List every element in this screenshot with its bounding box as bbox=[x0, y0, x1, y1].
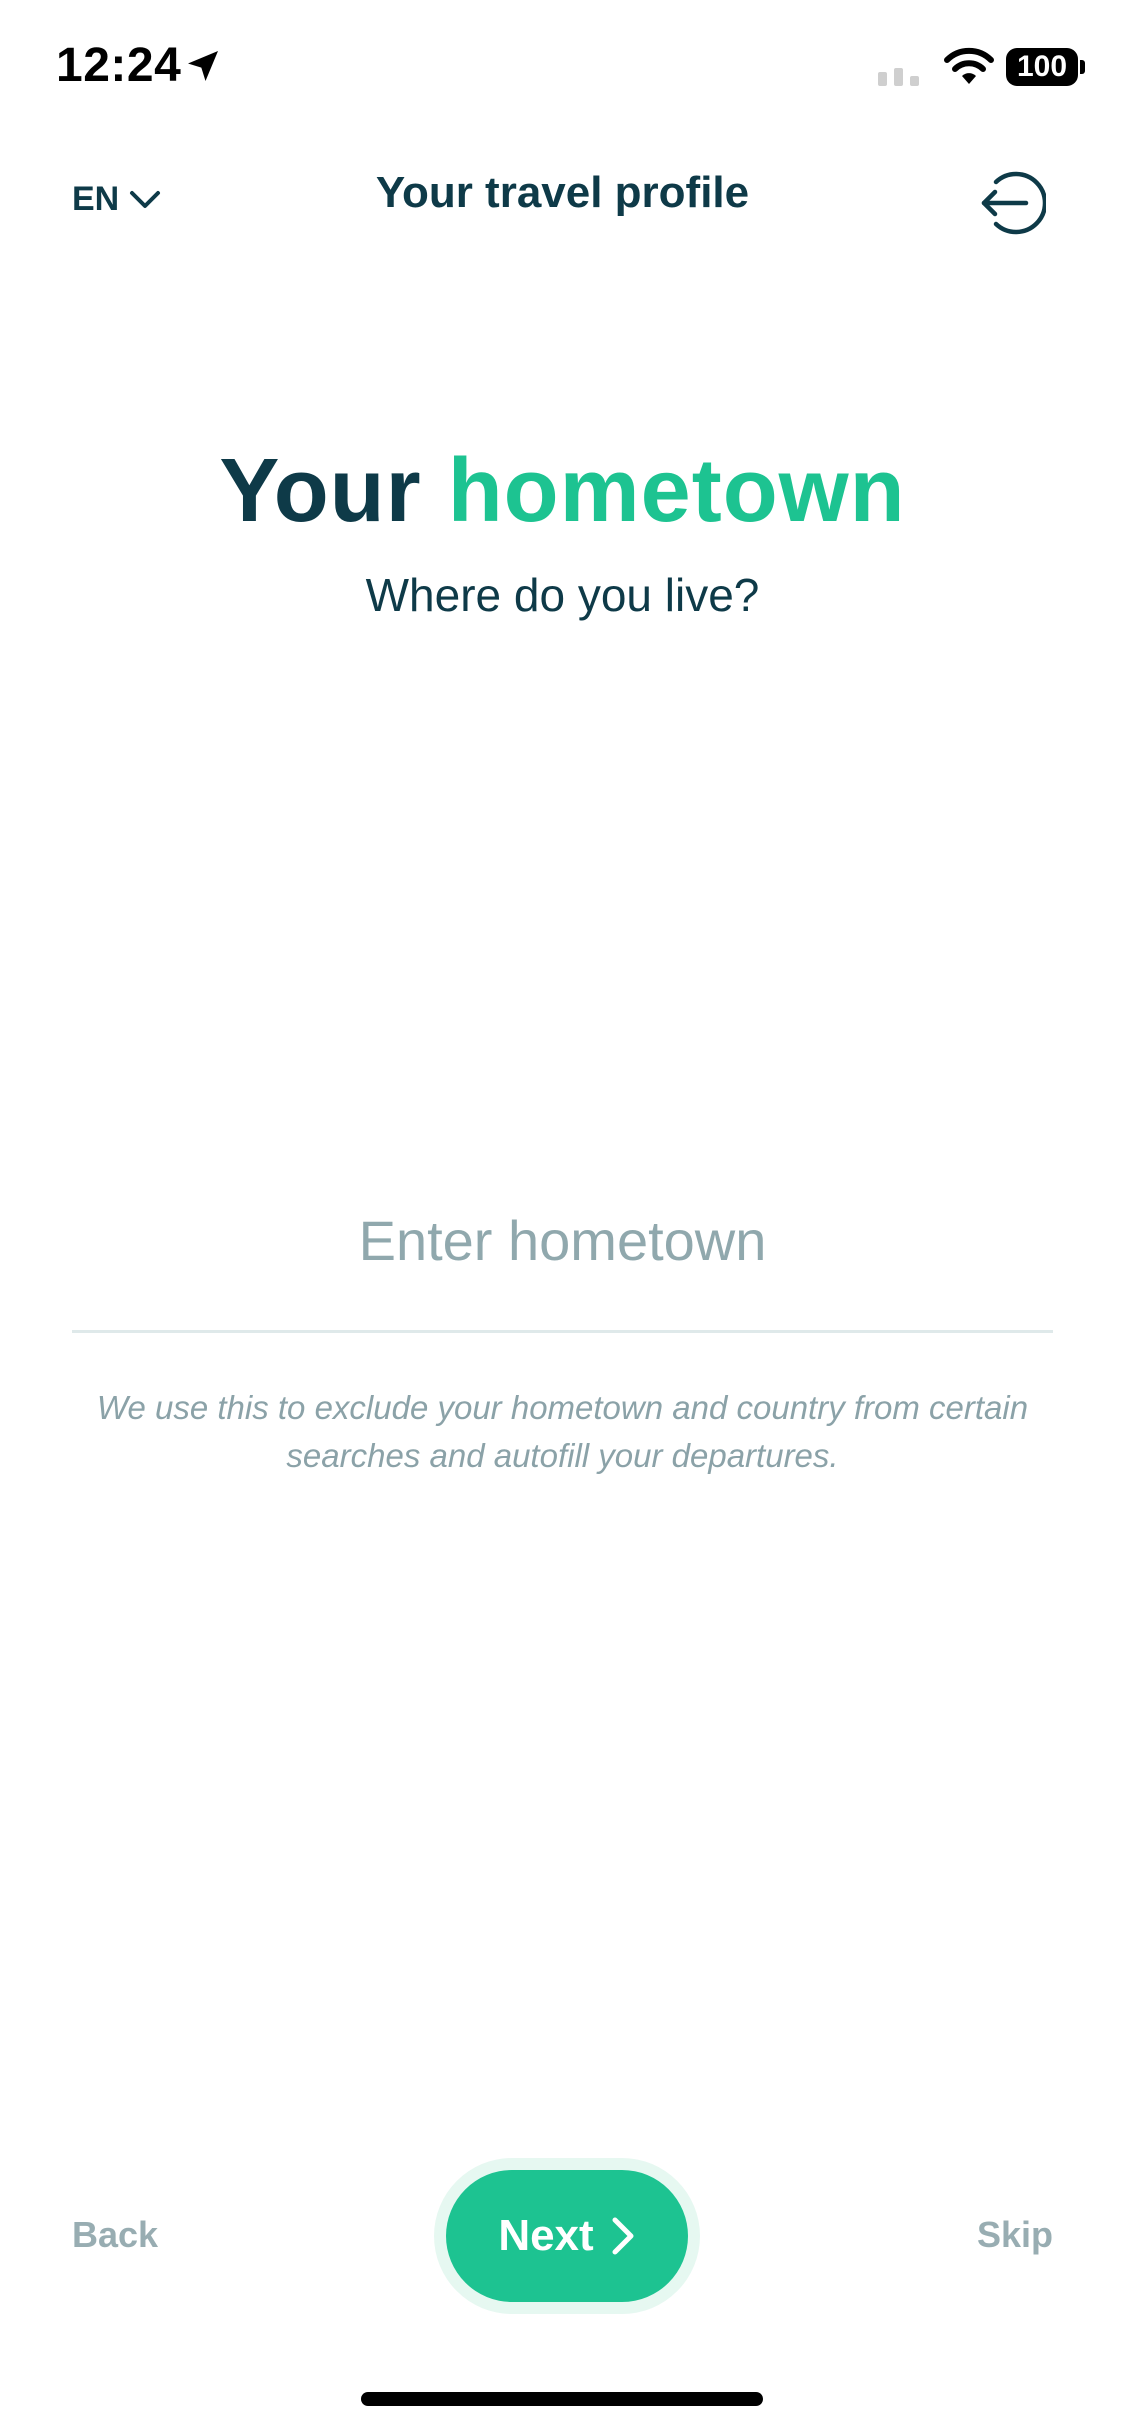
hometown-input[interactable] bbox=[72, 1190, 1053, 1290]
next-label: Next bbox=[498, 2211, 594, 2260]
next-button[interactable]: Next bbox=[446, 2170, 688, 2302]
back-button[interactable]: Back bbox=[72, 2214, 158, 2256]
subheadline: Where do you live? bbox=[365, 569, 760, 621]
helper-text: We use this to exclude your hometown and… bbox=[96, 1389, 1029, 1474]
wifi-icon bbox=[944, 47, 994, 84]
screen: 12:24 100 EN Your travel profile Your ho… bbox=[0, 0, 1125, 2436]
headline-accent: hometown bbox=[447, 441, 906, 541]
battery-indicator: 100 bbox=[1006, 48, 1078, 86]
chevron-right-icon bbox=[612, 2217, 634, 2255]
location-arrow-icon bbox=[188, 51, 218, 81]
home-indicator[interactable] bbox=[361, 2392, 763, 2406]
cellular-signal-icon bbox=[878, 68, 919, 86]
headline-part1: Your bbox=[219, 441, 422, 541]
exit-arrow-icon[interactable] bbox=[976, 168, 1046, 238]
headline: Your hometown bbox=[0, 440, 1125, 543]
input-underline bbox=[72, 1330, 1053, 1333]
battery-nub bbox=[1080, 60, 1085, 74]
page-title: Your travel profile bbox=[375, 168, 750, 217]
status-time: 12:24 bbox=[56, 39, 182, 92]
skip-button[interactable]: Skip bbox=[977, 2214, 1053, 2256]
